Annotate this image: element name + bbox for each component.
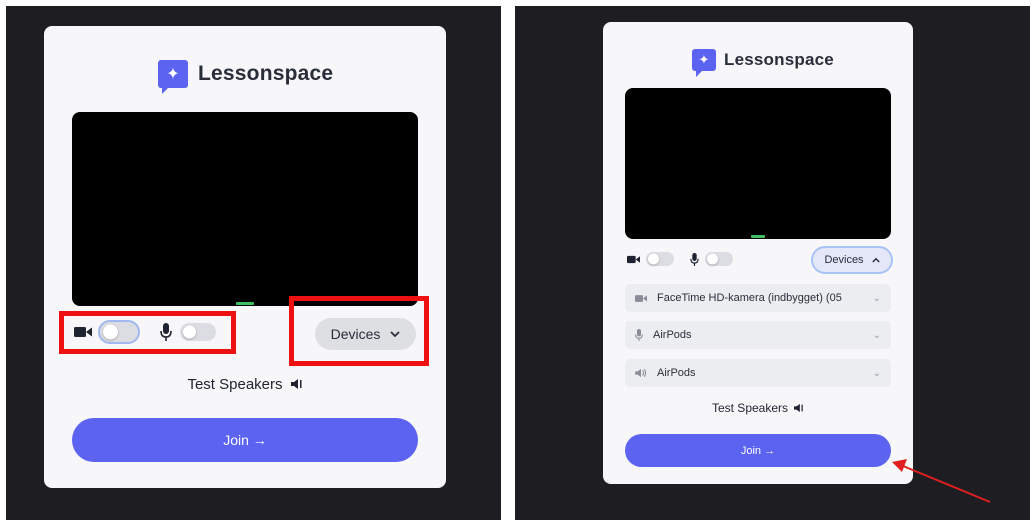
join-button[interactable]: Join → xyxy=(625,434,891,467)
microphone-icon xyxy=(635,329,643,341)
camera-toggle[interactable] xyxy=(646,252,674,266)
brand-name: Lessonspace xyxy=(198,62,334,85)
video-status-indicator xyxy=(751,235,765,238)
right-screenshot-panel: ✦ Lessonspace Devices FaceTime HD-kamera… xyxy=(515,6,1030,520)
video-status-indicator xyxy=(236,302,254,305)
camera-select[interactable]: FaceTime HD-kamera (indbygget) (05 ⌄ xyxy=(625,284,891,312)
join-button-label: Join → xyxy=(740,444,776,457)
devices-button-label: Devices xyxy=(824,254,864,266)
chevron-up-icon xyxy=(871,257,880,263)
microphone-icon xyxy=(690,252,699,266)
video-preview xyxy=(72,112,418,306)
highlight-box-devices xyxy=(289,296,429,366)
devices-button[interactable]: Devices xyxy=(811,246,893,274)
speaker-select[interactable]: AirPods ⌄ xyxy=(625,359,891,387)
brand-logo: ✦ Lessonspace xyxy=(158,60,334,94)
media-controls xyxy=(627,248,733,270)
microphone-select[interactable]: AirPods ⌄ xyxy=(625,321,891,349)
join-button[interactable]: Join → xyxy=(72,418,418,462)
speaker-icon xyxy=(794,403,804,413)
chevron-down-icon: ⌄ xyxy=(872,292,881,304)
speaker-icon xyxy=(635,368,647,378)
annotation-arrow xyxy=(892,459,991,503)
lobby-card-expanded: ✦ Lessonspace Devices FaceTime HD-kamera… xyxy=(603,22,913,484)
left-screenshot-panel: ✦ Lessonspace Devices Test Speakers Join… xyxy=(6,6,501,520)
camera-icon xyxy=(627,255,640,264)
highlight-box-media-toggles xyxy=(59,311,236,354)
chevron-down-icon: ⌄ xyxy=(872,367,881,379)
video-preview xyxy=(625,88,891,239)
join-button-label: Join → xyxy=(223,432,267,448)
microphone-toggle[interactable] xyxy=(705,252,733,266)
test-speakers-label: Test Speakers xyxy=(711,401,789,415)
test-speakers-button[interactable]: Test Speakers xyxy=(44,374,446,394)
speaker-icon xyxy=(290,378,303,390)
test-speakers-label: Test Speakers xyxy=(187,375,283,393)
camera-icon xyxy=(635,294,647,303)
microphone-select-value: AirPods xyxy=(653,329,692,341)
speaker-select-value: AirPods xyxy=(657,367,696,379)
lessonspace-logo-icon: ✦ xyxy=(158,60,188,94)
camera-select-value: FaceTime HD-kamera (indbygget) (05 xyxy=(657,292,842,304)
brand-logo: ✦ Lessonspace xyxy=(692,49,834,77)
chevron-down-icon: ⌄ xyxy=(872,329,881,341)
test-speakers-button[interactable]: Test Speakers xyxy=(603,400,913,416)
lessonspace-logo-icon: ✦ xyxy=(692,49,716,77)
lobby-card: ✦ Lessonspace Devices Test Speakers Join… xyxy=(44,26,446,488)
brand-name: Lessonspace xyxy=(724,50,834,69)
